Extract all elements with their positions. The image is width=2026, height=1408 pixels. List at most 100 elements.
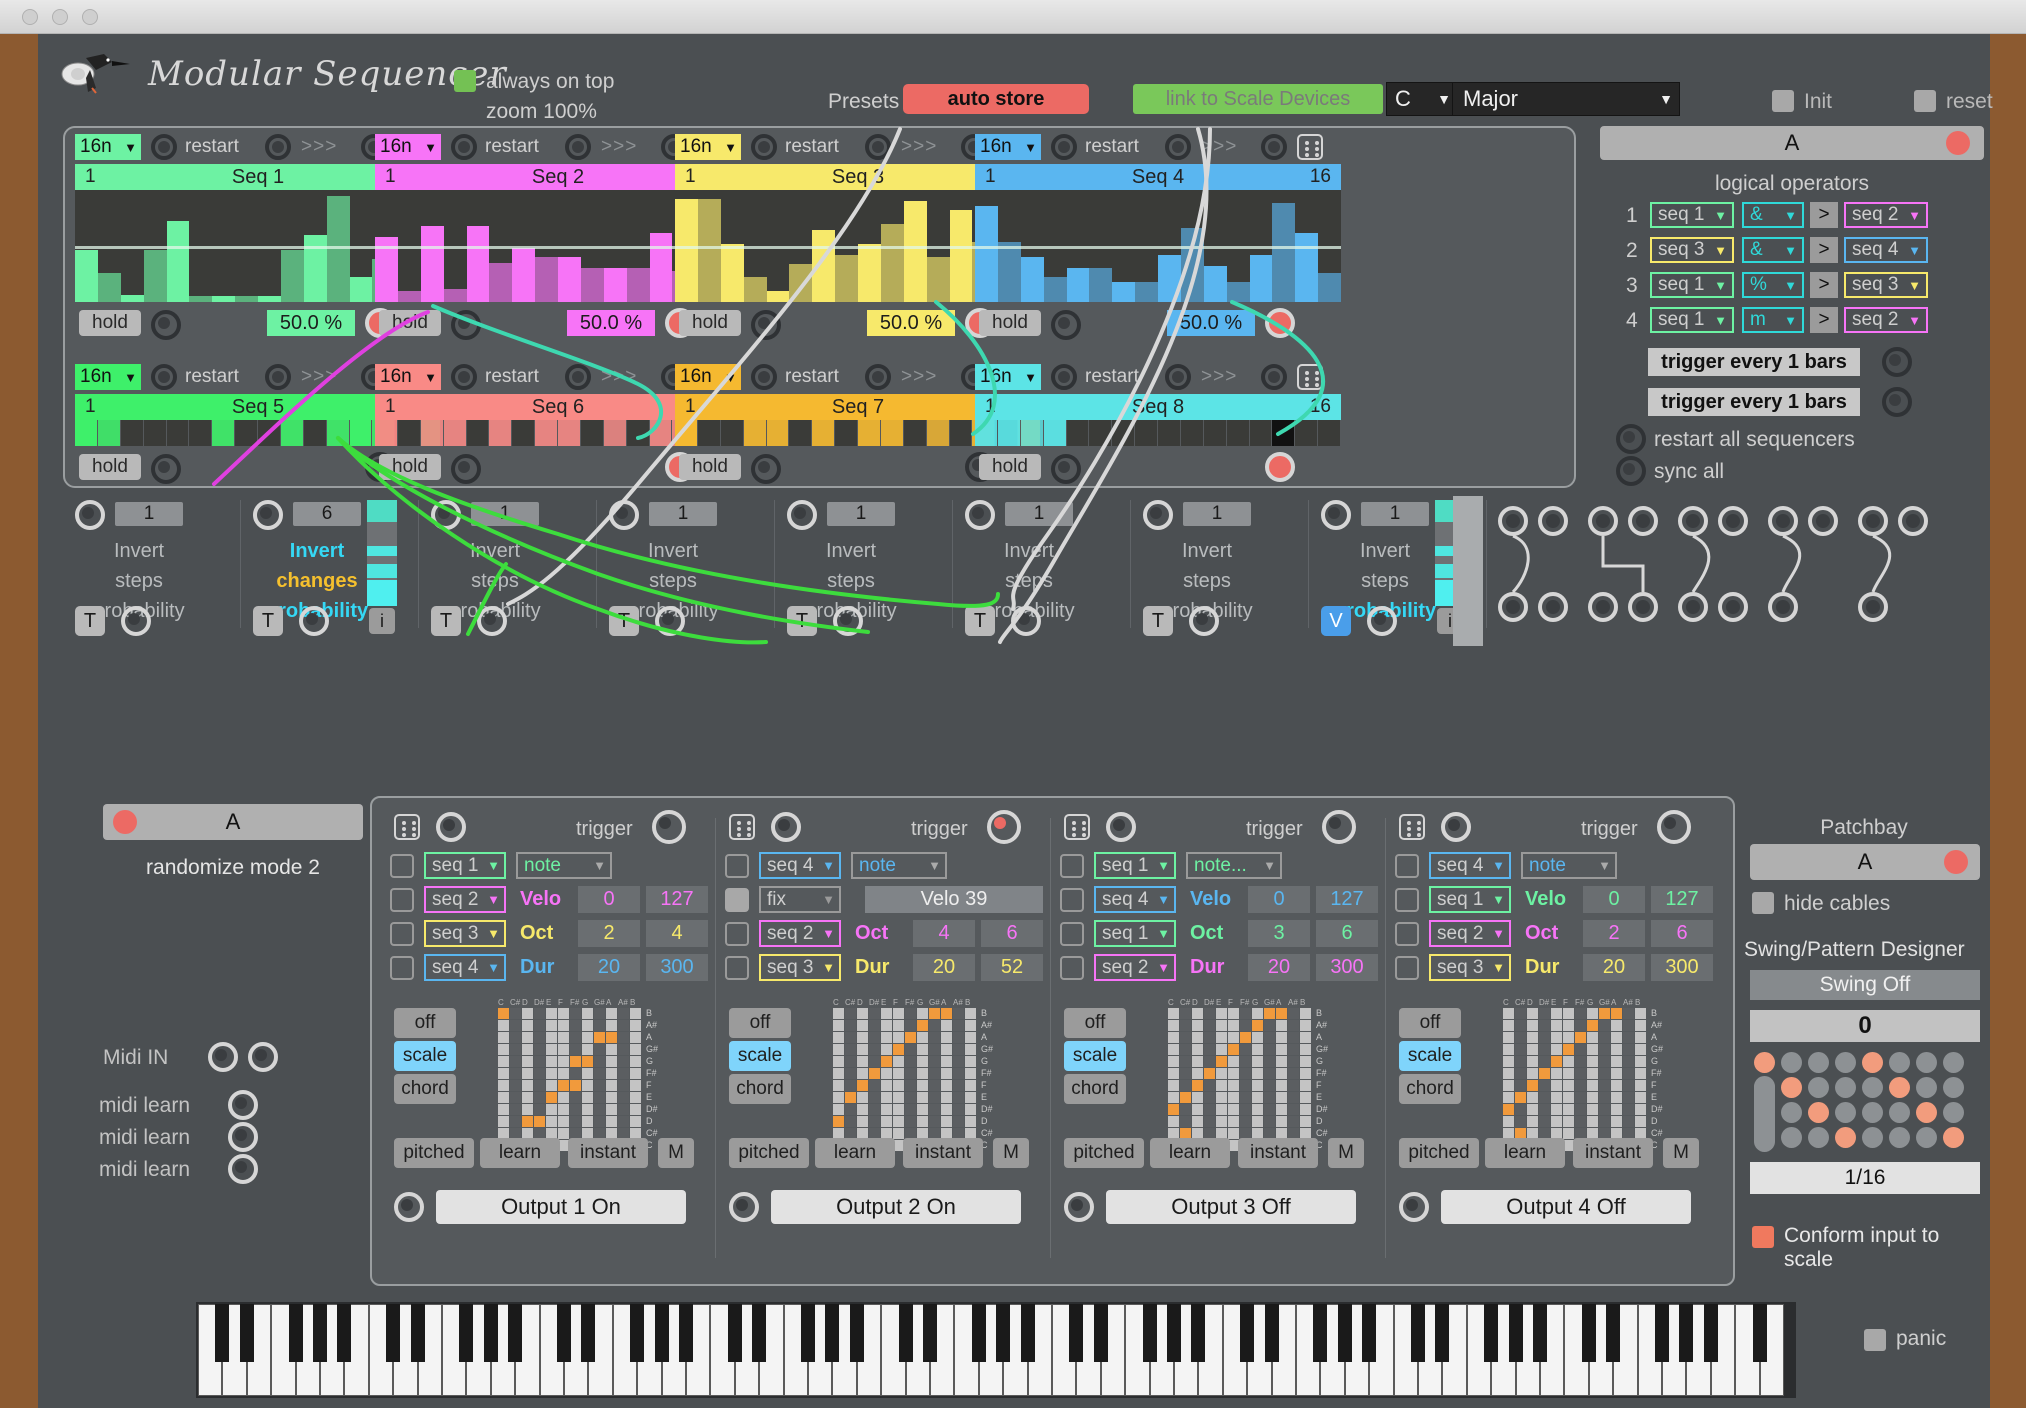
- modifier-2-meter[interactable]: [367, 500, 397, 606]
- modifier-6-trim-knob[interactable]: [1011, 606, 1041, 636]
- output-1-row-4-max-field[interactable]: 300: [646, 954, 708, 981]
- sequencer-3-restart-knob[interactable]: [751, 134, 777, 160]
- pattern-dot-3-8[interactable]: [1943, 1102, 1964, 1123]
- midi-in-knob-1[interactable]: [208, 1042, 238, 1072]
- output-4-row-4-source-dropdown[interactable]: seq 3▼: [1429, 954, 1511, 981]
- pattern-dot-1-8[interactable]: [1943, 1052, 1964, 1073]
- piano-black-key[interactable]: [923, 1304, 937, 1362]
- modifier-1-knob[interactable]: [75, 500, 105, 530]
- modifier-2-trim-knob[interactable]: [299, 606, 329, 636]
- piano-black-key[interactable]: [1338, 1304, 1352, 1362]
- piano-keyboard[interactable]: [196, 1302, 1796, 1398]
- output-3-row-3-checkbox[interactable]: [1060, 922, 1084, 946]
- piano-black-key[interactable]: [655, 1304, 669, 1362]
- window-close-button[interactable]: [22, 9, 38, 25]
- step-cell[interactable]: [121, 420, 144, 446]
- sequencer-8-random-knob[interactable]: [1261, 364, 1287, 390]
- modifier-2-value-field[interactable]: 6: [293, 502, 361, 526]
- output-2-off-button[interactable]: off: [729, 1008, 791, 1038]
- sequencer-8-restart-knob[interactable]: [1051, 364, 1077, 390]
- piano-black-key[interactable]: [1533, 1304, 1547, 1362]
- step-cell[interactable]: [1044, 420, 1067, 446]
- sequencer-4-record-knob[interactable]: [1265, 308, 1295, 338]
- piano-black-key[interactable]: [996, 1304, 1010, 1362]
- output-3-row-1-checkbox[interactable]: [1060, 854, 1084, 878]
- sequencer-4-graph[interactable]: [975, 190, 1341, 302]
- right-operand-dropdown[interactable]: seq 3▼: [1844, 272, 1928, 298]
- trigger-knob-2[interactable]: [1882, 387, 1912, 417]
- step-cell[interactable]: [812, 420, 835, 446]
- sequencer-6-rate-dropdown[interactable]: 16n▼: [375, 364, 441, 390]
- step-cell[interactable]: [467, 420, 490, 446]
- piano-black-key[interactable]: [728, 1304, 742, 1362]
- sequencer-2-rate-dropdown[interactable]: 16n▼: [375, 134, 441, 160]
- output-3-row-4-checkbox[interactable]: [1060, 956, 1084, 980]
- output-2-instant-button[interactable]: instant: [903, 1138, 983, 1168]
- window-minimize-button[interactable]: [52, 9, 68, 25]
- swing-toggle-button[interactable]: Swing Off: [1750, 970, 1980, 1000]
- output-1-scale-button[interactable]: scale: [394, 1041, 456, 1071]
- sequencer-4-shift-knob[interactable]: [1165, 134, 1191, 160]
- output-2-row-3-min-field[interactable]: 4: [913, 920, 975, 947]
- modifier-5-trim-knob[interactable]: [833, 606, 863, 636]
- output-2-trigger-knob[interactable]: [987, 810, 1021, 844]
- modifier-5-knob[interactable]: [787, 500, 817, 530]
- output-2-random-knob[interactable]: [771, 812, 801, 842]
- modifier-8-knob[interactable]: [1321, 500, 1351, 530]
- sequencer-6-shift-knob[interactable]: [565, 364, 591, 390]
- midi-learn-knob-1[interactable]: [228, 1090, 258, 1120]
- output-2-dice-icon[interactable]: [729, 814, 755, 840]
- step-cell[interactable]: [789, 420, 812, 446]
- output-1-random-knob[interactable]: [436, 812, 466, 842]
- trigger-knob-1[interactable]: [1882, 347, 1912, 377]
- modifier-8-toggle-button[interactable]: V: [1321, 606, 1351, 636]
- piano-black-key[interactable]: [1509, 1304, 1523, 1362]
- pattern-dot-2-2[interactable]: [1781, 1077, 1802, 1098]
- sequencer-8-shift-knob[interactable]: [1165, 364, 1191, 390]
- sequencer-2-shift-knob[interactable]: [565, 134, 591, 160]
- output-4-off-button[interactable]: off: [1399, 1008, 1461, 1038]
- output-4-row-4-min-field[interactable]: 20: [1583, 954, 1645, 981]
- sequencer-2-percent-field[interactable]: 50.0 %: [567, 310, 655, 336]
- output-3-row-2-max-field[interactable]: 127: [1316, 886, 1378, 913]
- output-3-row-3-min-field[interactable]: 3: [1248, 920, 1310, 947]
- modifier-5-toggle-button[interactable]: T: [787, 606, 817, 636]
- pattern-dot-3-7[interactable]: [1916, 1102, 1937, 1123]
- piano-black-key[interactable]: [557, 1304, 571, 1362]
- output-4-m-button[interactable]: M: [1663, 1138, 1699, 1168]
- piano-black-key[interactable]: [801, 1304, 815, 1362]
- sequencer-1-percent-field[interactable]: 50.0 %: [267, 310, 355, 336]
- piano-black-key[interactable]: [972, 1304, 986, 1362]
- step-cell[interactable]: [675, 420, 698, 446]
- piano-black-key[interactable]: [1411, 1304, 1425, 1362]
- output-2-level-knob[interactable]: [729, 1192, 759, 1222]
- left-operand-dropdown[interactable]: seq 1▼: [1650, 202, 1734, 228]
- sequencer-1-rate-dropdown[interactable]: 16n▼: [75, 134, 141, 160]
- modifier-3-knob[interactable]: [431, 500, 461, 530]
- step-cell[interactable]: [927, 420, 950, 446]
- output-4-row-2-source-dropdown[interactable]: seq 1▼: [1429, 886, 1511, 913]
- modifier-1-value-field[interactable]: 1: [115, 502, 183, 526]
- output-3-learn-button[interactable]: learn: [1150, 1138, 1230, 1168]
- sequencer-2-restart-knob[interactable]: [451, 134, 477, 160]
- step-cell[interactable]: [304, 420, 327, 446]
- step-cell[interactable]: [327, 420, 350, 446]
- sequencer-5-restart-knob[interactable]: [151, 364, 177, 390]
- operator-dropdown[interactable]: %▼: [1742, 272, 1804, 298]
- step-cell[interactable]: [1250, 420, 1273, 446]
- modifier-7-toggle-button[interactable]: T: [1143, 606, 1173, 636]
- output-2-note-mode-dropdown[interactable]: note▼: [851, 852, 947, 879]
- sequencer-8-end-knob[interactable]: [1265, 452, 1295, 482]
- pattern-dot-4-3[interactable]: [1808, 1127, 1829, 1148]
- step-cell[interactable]: [975, 420, 998, 446]
- comparator-button[interactable]: >: [1810, 307, 1838, 333]
- output-3-random-knob[interactable]: [1106, 812, 1136, 842]
- output-4-instant-button[interactable]: instant: [1573, 1138, 1653, 1168]
- output-4-onoff-button[interactable]: Output 4 Off: [1441, 1190, 1691, 1224]
- output-1-m-button[interactable]: M: [658, 1138, 694, 1168]
- output-3-pitched-button[interactable]: pitched: [1064, 1138, 1144, 1168]
- output-1-row-3-max-field[interactable]: 4: [646, 920, 708, 947]
- output-4-random-knob[interactable]: [1441, 812, 1471, 842]
- step-cell[interactable]: [1204, 420, 1227, 446]
- piano-black-key[interactable]: [1191, 1304, 1205, 1362]
